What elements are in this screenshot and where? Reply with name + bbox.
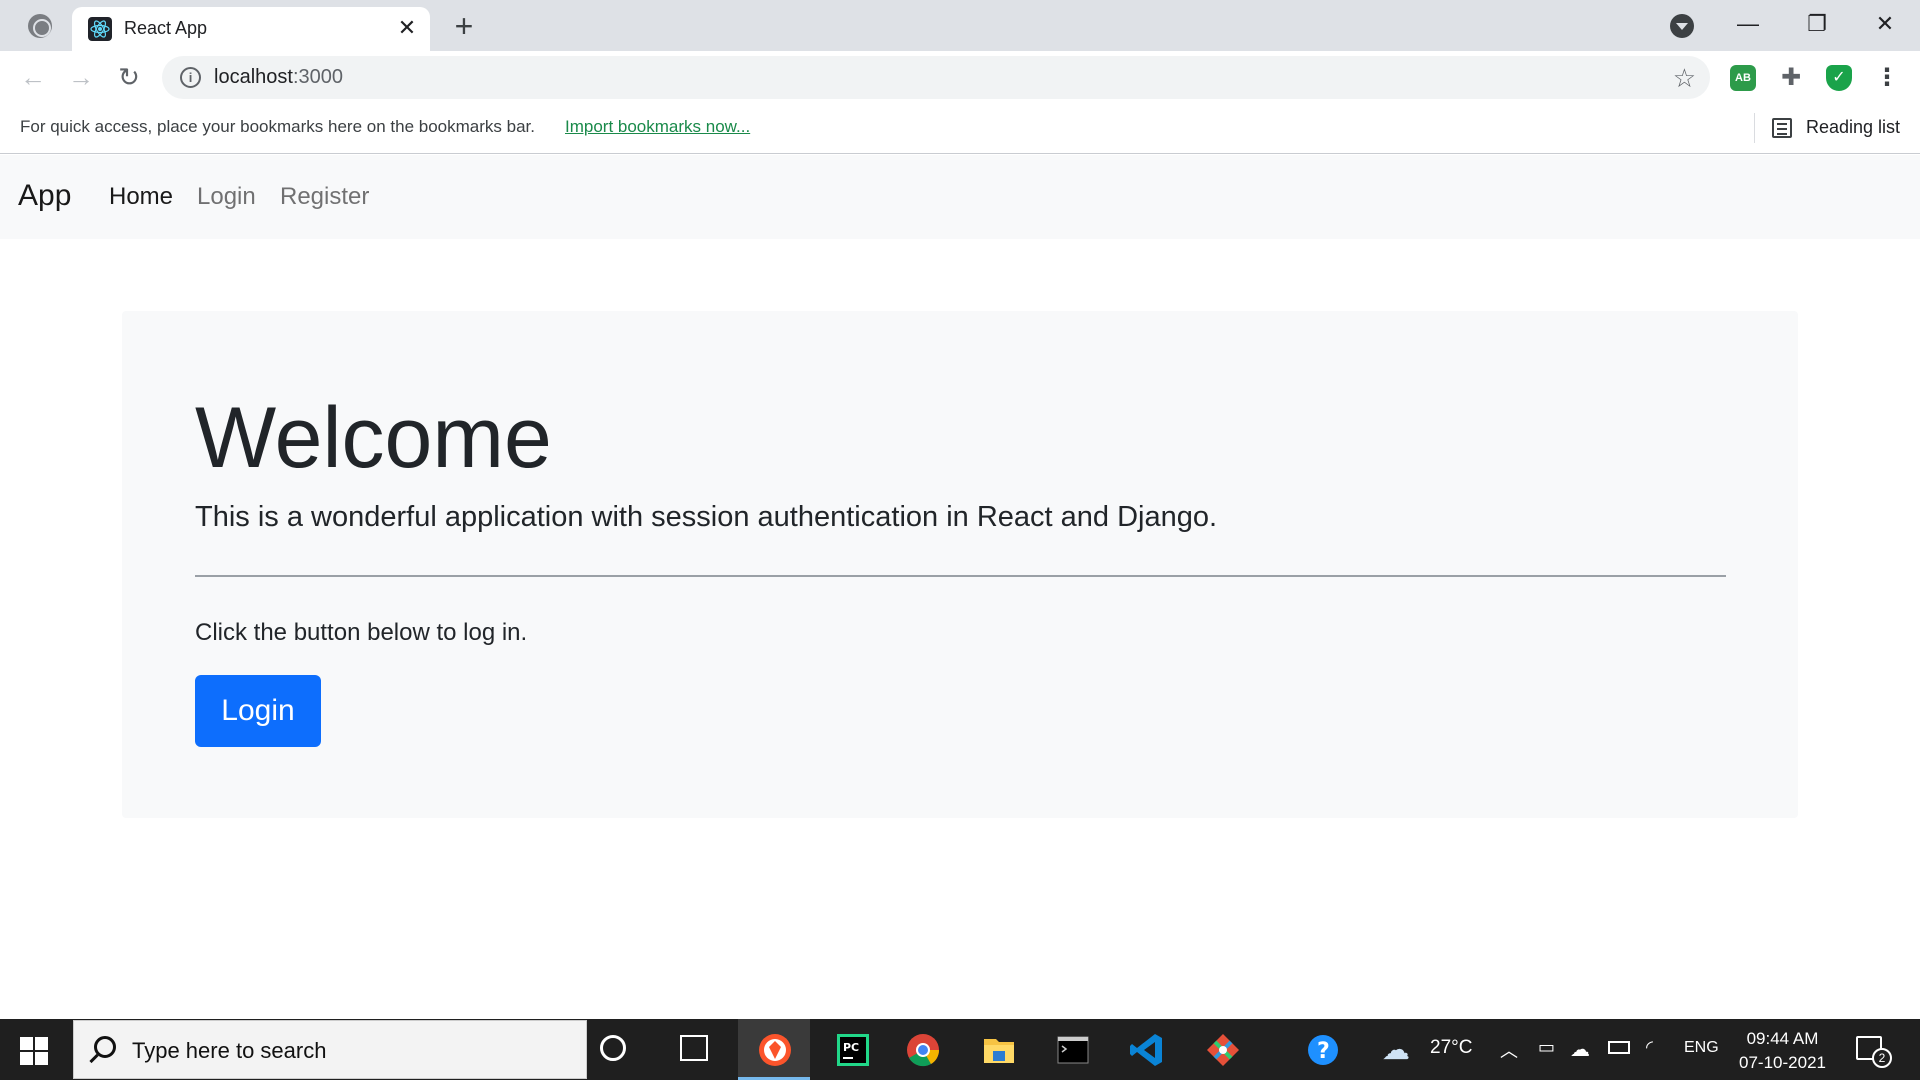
- browser-tab[interactable]: React App ✕: [72, 7, 430, 51]
- reading-list-icon[interactable]: [1772, 118, 1792, 138]
- bookmarks-bar: For quick access, place your bookmarks h…: [0, 103, 1920, 154]
- react-logo-icon: [88, 17, 112, 41]
- clock-time: 09:44 AM: [1746, 1029, 1819, 1048]
- screen: React App ✕ + — ❐ ✕ ← → ↻ i localhost:30…: [0, 0, 1920, 1080]
- browser-toolbar: ← → ↻ i localhost:3000 ☆ AB ✚ ✓ ⋮: [0, 51, 1920, 103]
- url-text[interactable]: localhost:3000: [214, 66, 343, 89]
- welcome-jumbotron: Welcome This is a wonderful application …: [122, 311, 1798, 818]
- search-icon: [94, 1036, 116, 1058]
- reading-list-button[interactable]: Reading list: [1806, 117, 1900, 138]
- new-tab-icon[interactable]: +: [448, 10, 480, 42]
- battery-icon[interactable]: [1608, 1041, 1630, 1054]
- restore-icon[interactable]: ❐: [1794, 4, 1840, 44]
- divider: [1754, 113, 1755, 143]
- terminal-icon[interactable]: [1050, 1027, 1096, 1073]
- instruction-text: Click the button below to log in.: [195, 619, 528, 646]
- nav-link-home[interactable]: Home: [109, 183, 173, 211]
- globe-icon[interactable]: [28, 14, 52, 38]
- search-placeholder: Type here to search: [132, 1038, 327, 1063]
- git-gui-icon[interactable]: [1200, 1027, 1246, 1073]
- app-navbar: App Home Login Register: [0, 155, 1920, 239]
- vscode-icon[interactable]: [1124, 1027, 1170, 1073]
- chevron-up-icon[interactable]: ︿: [1500, 1037, 1518, 1063]
- lead-text: This is a wonderful application with ses…: [195, 501, 1218, 533]
- adblock-extension-icon[interactable]: AB: [1730, 65, 1756, 91]
- notification-count-badge: 2: [1872, 1048, 1892, 1068]
- bookmarks-hint: For quick access, place your bookmarks h…: [20, 117, 535, 136]
- login-button[interactable]: Login: [195, 675, 321, 747]
- svg-text:?: ?: [1317, 1039, 1330, 1064]
- weather-cloud-icon[interactable]: ☁: [1382, 1033, 1410, 1066]
- page-content: App Home Login Register Welcome This is …: [0, 155, 1920, 1019]
- file-explorer-icon[interactable]: [976, 1027, 1022, 1073]
- window-close-icon[interactable]: ✕: [1862, 4, 1908, 44]
- tab-search-icon[interactable]: [1670, 14, 1694, 38]
- pycharm-icon[interactable]: PC: [830, 1027, 876, 1073]
- nav-link-register[interactable]: Register: [280, 183, 369, 211]
- browser-menu-icon[interactable]: ⋮: [1874, 65, 1900, 91]
- cortana-icon[interactable]: [600, 1035, 626, 1061]
- shield-extension-icon[interactable]: ✓: [1826, 65, 1852, 91]
- extensions-puzzle-icon[interactable]: ✚: [1778, 65, 1804, 91]
- brave-browser-icon[interactable]: [752, 1027, 798, 1073]
- address-bar[interactable]: i localhost:3000 ☆: [162, 56, 1710, 99]
- notification-icon[interactable]: 2: [1856, 1036, 1892, 1068]
- forward-arrow-icon[interactable]: →: [64, 60, 98, 94]
- navbar-brand[interactable]: App: [18, 179, 71, 213]
- windows-start-icon[interactable]: [20, 1037, 48, 1065]
- meet-now-icon[interactable]: ▭: [1538, 1037, 1555, 1058]
- page-title: Welcome: [195, 390, 552, 486]
- divider: [195, 575, 1726, 577]
- onedrive-icon[interactable]: ☁: [1570, 1037, 1590, 1062]
- language-indicator[interactable]: ENG: [1684, 1039, 1719, 1057]
- tab-title: React App: [124, 18, 208, 38]
- info-icon[interactable]: i: [180, 67, 201, 88]
- taskbar-search-box[interactable]: Type here to search: [73, 1020, 587, 1079]
- task-view-icon[interactable]: [680, 1035, 708, 1061]
- import-bookmarks-link[interactable]: Import bookmarks now...: [565, 117, 750, 137]
- minimize-icon[interactable]: —: [1725, 4, 1771, 44]
- windows-taskbar: Type here to search PC ? ☁ 27°C ︿ ▭ ☁ ◜ …: [0, 1019, 1920, 1080]
- clock-date: 07-10-2021: [1739, 1053, 1826, 1072]
- system-clock[interactable]: 09:44 AM 07-10-2021: [1730, 1027, 1835, 1075]
- wifi-icon[interactable]: ◜: [1646, 1037, 1653, 1058]
- browser-tab-strip: React App ✕ + — ❐ ✕: [0, 0, 1920, 51]
- svg-text:PC: PC: [843, 1041, 859, 1054]
- url-host: localhost: [214, 66, 293, 88]
- nav-link-login[interactable]: Login: [197, 183, 256, 211]
- reload-icon[interactable]: ↻: [112, 60, 146, 94]
- help-icon[interactable]: ?: [1300, 1027, 1346, 1073]
- chrome-icon[interactable]: [900, 1027, 946, 1073]
- back-arrow-icon[interactable]: ←: [16, 60, 50, 94]
- bookmark-star-icon[interactable]: ☆: [1673, 63, 1696, 94]
- temperature[interactable]: 27°C: [1430, 1037, 1472, 1059]
- url-port: :3000: [292, 66, 343, 88]
- close-tab-icon[interactable]: ✕: [394, 15, 420, 41]
